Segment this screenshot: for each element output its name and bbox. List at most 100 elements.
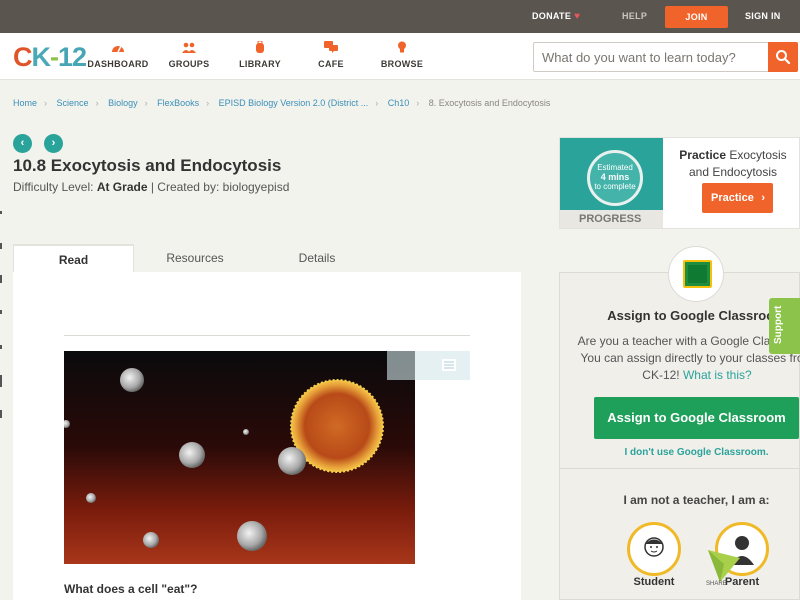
search-icon [776, 50, 791, 65]
breadcrumb-home[interactable]: Home [13, 98, 37, 108]
progress-label: PROGRESS [560, 210, 663, 228]
classroom-divider [560, 468, 799, 469]
share-label: SHARE [706, 581, 727, 587]
nav-groups[interactable]: GROUPS [154, 41, 224, 69]
side-marker [0, 345, 2, 349]
breadcrumb-book[interactable]: EPISD Biology Version 2.0 (District ... [219, 98, 369, 108]
breadcrumb-current: 8. Exocytosis and Endocytosis [428, 98, 551, 108]
search-button[interactable] [768, 42, 798, 72]
practice-card: Estimated 4 mins to complete PROGRESS Pr… [559, 137, 800, 229]
sign-in-link[interactable]: SIGN IN [745, 0, 781, 33]
side-marker [0, 375, 2, 387]
classroom-board-inner [688, 265, 707, 283]
nav-cafe-label: CAFE [318, 59, 344, 69]
search-box [533, 42, 798, 72]
student-label: Student [633, 576, 675, 588]
logo-number: 12 [58, 42, 87, 72]
google-classroom-card: Assign to Google Classroom Are you a tea… [559, 246, 800, 600]
side-marker [0, 211, 2, 214]
nav-dashboard[interactable]: DASHBOARD [83, 41, 153, 69]
cell-endocytosis-image [64, 351, 415, 564]
estimated-minutes: 4 mins [600, 172, 630, 182]
help-link[interactable]: HELP [622, 0, 647, 33]
nav-browse-label: BROWSE [380, 59, 424, 69]
main-navbar: CK-12 DASHBOARD GROUPS LIBRARY CAFE BROW… [0, 33, 800, 80]
tab-resources[interactable]: Resources [134, 244, 256, 272]
breadcrumb-separator-icon: › [44, 98, 48, 108]
breadcrumb-separator-icon: › [375, 98, 379, 108]
notes-icon [442, 359, 456, 371]
breadcrumb-separator-icon: › [416, 98, 420, 108]
breadcrumb-chapter[interactable]: Ch10 [388, 98, 410, 108]
practice-heading: Practice Exocytosis and Endocytosis [670, 147, 796, 181]
next-lesson-button[interactable]: › [44, 134, 63, 153]
top-utility-bar: DONATE ♥ HELP JOIN SIGN IN [0, 0, 800, 33]
side-marker [0, 275, 2, 283]
chevron-right-icon: › [761, 192, 765, 204]
practice-button[interactable]: Practice › [702, 183, 773, 213]
classroom-title: Assign to Google Classroom [607, 308, 786, 323]
dashboard-gauge-icon [112, 45, 124, 53]
side-marker [0, 310, 2, 314]
section-question: What does a cell "eat"? [64, 582, 198, 596]
nav-library-label: LIBRARY [239, 59, 281, 69]
browse-lightbulb-icon [398, 41, 406, 53]
nav-library[interactable]: LIBRARY [225, 41, 295, 69]
nav-cafe[interactable]: CAFE [296, 41, 366, 69]
logo-dash: - [50, 42, 59, 72]
progress-circle: Estimated 4 mins to complete [587, 150, 643, 206]
heart-icon: ♥ [574, 11, 581, 22]
lesson-meta: Difficulty Level: At Grade | Created by:… [13, 180, 289, 194]
estimated-label: Estimated [597, 163, 633, 172]
logo-c: C [13, 42, 32, 72]
join-button[interactable]: JOIN [665, 6, 728, 28]
dont-use-classroom-link[interactable]: I don't use Google Classroom. [560, 447, 800, 458]
classroom-board-icon [683, 260, 712, 288]
student-avatar-icon [644, 537, 664, 557]
side-marker [0, 243, 2, 249]
tab-details[interactable]: Details [256, 244, 378, 272]
support-label: Support [773, 305, 784, 344]
breadcrumb-science[interactable]: Science [57, 98, 89, 108]
difficulty-level: At Grade [96, 180, 148, 194]
nav-groups-label: GROUPS [168, 59, 210, 69]
difficulty-prefix: Difficulty Level: [13, 180, 97, 194]
lesson-content: What does a cell "eat"? [13, 272, 521, 600]
library-backpack-icon [256, 41, 264, 53]
nav-browse[interactable]: BROWSE [367, 41, 437, 69]
donate-link[interactable]: DONATE ♥ [532, 0, 580, 33]
donate-label: DONATE [532, 11, 572, 21]
lesson-tabs: Read Resources Details [13, 244, 521, 272]
breadcrumb-separator-icon: › [95, 98, 99, 108]
tab-read[interactable]: Read [13, 244, 134, 272]
breadcrumb-flexbooks[interactable]: FlexBooks [157, 98, 199, 108]
side-marker [0, 410, 2, 418]
logo-k: K [31, 42, 51, 72]
page-title: 10.8 Exocytosis and Endocytosis [13, 156, 282, 175]
nav-dashboard-label: DASHBOARD [87, 59, 149, 69]
google-classroom-icon [668, 246, 724, 302]
support-tab[interactable]: Support [769, 298, 800, 354]
to-complete-label: to complete [594, 182, 636, 191]
classroom-description: Are you a teacher with a Google Classroo… [574, 333, 800, 384]
breadcrumb-separator-icon: › [144, 98, 148, 108]
what-is-this-link[interactable]: What is this? [683, 368, 752, 382]
student-role-button[interactable] [627, 522, 681, 576]
created-by: | Created by: biologyepisd [147, 180, 290, 194]
assign-google-classroom-button[interactable]: Assign to Google Classroom [594, 397, 799, 439]
breadcrumb-separator-icon: › [206, 98, 210, 108]
share-paper-plane-icon[interactable] [706, 546, 742, 586]
progress-panel: Estimated 4 mins to complete PROGRESS [560, 138, 663, 228]
ck12-logo[interactable]: CK-12 [13, 42, 87, 73]
not-teacher-label: I am not a teacher, I am a: [623, 493, 770, 507]
cell-illustration [64, 351, 415, 564]
breadcrumb: Home › Science › Biology › FlexBooks › EPISD… [13, 98, 550, 108]
breadcrumb-biology[interactable]: Biology [108, 98, 138, 108]
search-input[interactable] [534, 43, 770, 71]
previous-lesson-button[interactable]: ‹ [13, 134, 32, 153]
cafe-chat-icon [324, 41, 338, 53]
content-divider [64, 335, 470, 336]
image-toolbar[interactable] [387, 351, 470, 380]
practice-heading-bold: Practice [679, 148, 726, 162]
practice-button-label: Practice [711, 192, 754, 204]
